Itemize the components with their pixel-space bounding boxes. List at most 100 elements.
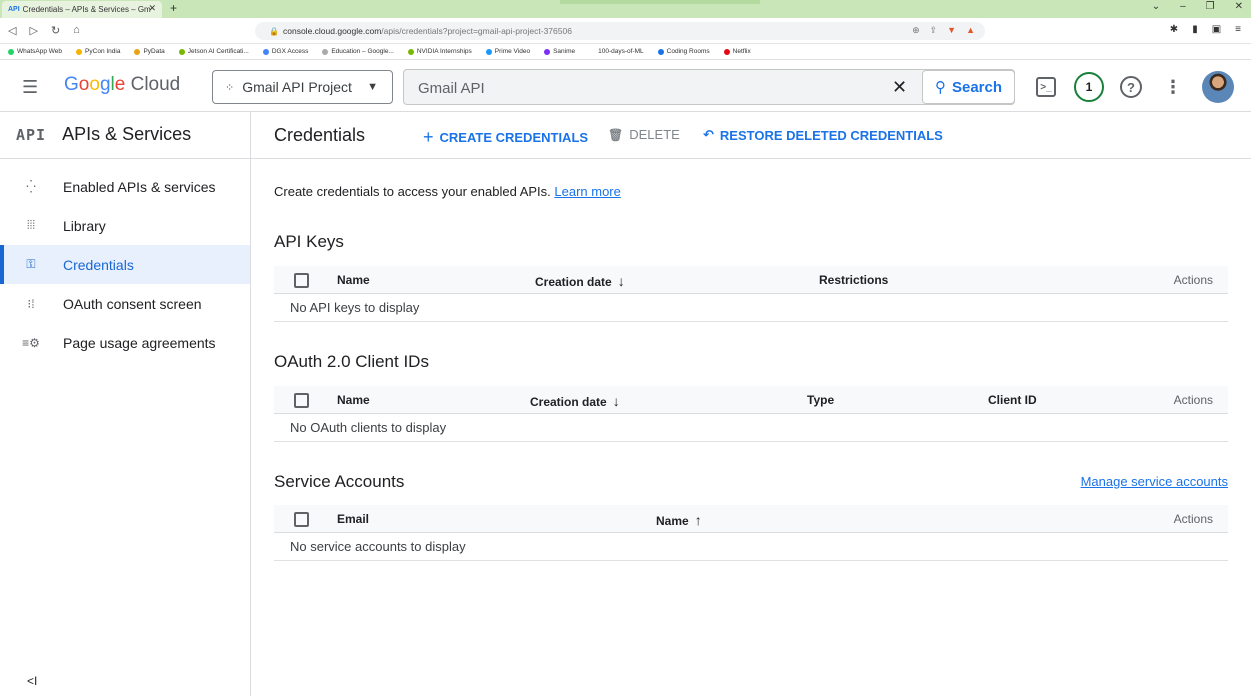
google-cloud-logo[interactable]: Google Cloud [64, 74, 180, 96]
table-header: Name Creation date ↓ Type Client ID Actio… [274, 386, 1228, 414]
trash-icon: 🗑 [608, 127, 624, 142]
col-email[interactable]: Email [337, 512, 369, 526]
sidebar-item-enabled-apis[interactable]: ⁛ Enabled APIs & services [0, 167, 250, 206]
tab-list-icon[interactable]: ⌄ [1152, 1, 1160, 12]
bookmark-item[interactable]: Jetson AI Certificati... [178, 48, 249, 55]
main-content: Credentials + CREATE CREDENTIALS 🗑 DELET… [251, 112, 1251, 696]
notifications-badge[interactable]: 1 [1074, 72, 1104, 102]
address-bar[interactable]: 🔒 console.cloud.google.com/apis/credenti… [255, 22, 985, 40]
window-controls: ⌄ – ❐ ✕ [1152, 1, 1243, 12]
undo-icon: ↶ [703, 127, 714, 142]
sidebar-item-credentials[interactable]: ⚿ Credentials [0, 245, 250, 284]
clear-search-icon[interactable]: ✕ [892, 77, 907, 98]
learn-more-link[interactable]: Learn more [554, 184, 620, 199]
sidebar: API APIs & Services ⁛ Enabled APIs & ser… [0, 112, 251, 696]
forward-icon[interactable]: ▷ [29, 24, 37, 37]
col-creation-date-label: Creation date [535, 275, 612, 289]
new-tab-icon[interactable]: + [170, 1, 177, 15]
search-button[interactable]: ⚲ Search [922, 70, 1015, 104]
col-name[interactable]: Name [337, 273, 370, 287]
home-icon[interactable]: ⌂ [73, 24, 80, 37]
bookmark-item[interactable]: PyCon India [76, 48, 120, 55]
project-name: Gmail API Project [242, 79, 352, 95]
bookmark-label: Coding Rooms [666, 48, 710, 55]
avatar[interactable] [1202, 71, 1234, 103]
bookmark-favicon-icon [407, 48, 414, 55]
arrow-down-icon: ↓ [617, 273, 625, 289]
bookmark-favicon-icon [76, 48, 83, 55]
search-bar: ✕ ⚲ Search [403, 69, 1015, 105]
reload-icon[interactable]: ↻ [51, 24, 60, 37]
tab-close-icon[interactable]: ✕ [148, 3, 156, 14]
col-name[interactable]: Name [337, 393, 370, 407]
project-icon: ⁘ [225, 81, 235, 94]
col-name[interactable]: Name ↑ [656, 512, 702, 528]
bookmark-item[interactable]: Education – Google... [322, 48, 394, 55]
service-accounts-title: Service Accounts [274, 472, 405, 491]
hamburger-menu-icon[interactable]: ☰ [22, 77, 38, 98]
bookmark-item[interactable]: 100-days-of-ML [589, 48, 644, 55]
minimize-icon[interactable]: – [1180, 1, 1186, 12]
plus-icon: + [423, 127, 434, 147]
sidebar-divider [0, 158, 250, 159]
bookmark-item[interactable]: PyData [134, 48, 165, 55]
bookmark-item[interactable]: Netflix [723, 48, 751, 55]
col-creation-date[interactable]: Creation date ↓ [530, 393, 620, 409]
sidebar-toggle-icon[interactable]: ▮ [1192, 24, 1198, 35]
delete-label: DELETE [629, 127, 680, 142]
bookmark-item[interactable]: WhatsApp Web [8, 48, 62, 55]
delete-button[interactable]: 🗑 DELETE [608, 127, 680, 142]
restore-deleted-credentials-button[interactable]: ↶ RESTORE DELETED CREDENTIALS [703, 127, 943, 143]
menu-icon[interactable]: ≡ [1235, 24, 1241, 35]
arrow-down-icon: ↓ [612, 393, 620, 409]
wallet-icon[interactable]: ▣ [1212, 24, 1221, 35]
col-creation-date[interactable]: Creation date ↓ [535, 273, 625, 289]
select-all-checkbox[interactable] [294, 273, 309, 288]
help-icon[interactable]: ? [1120, 76, 1142, 98]
zoom-icon[interactable]: ⊕ [912, 25, 920, 36]
project-picker[interactable]: ⁘ Gmail API Project ▼ [212, 70, 393, 104]
bookmark-label: NVIDIA Internships [416, 48, 472, 55]
console-header: ☰ Google Cloud ⁘ Gmail API Project ▼ ✕ ⚲… [0, 60, 1251, 112]
bookmark-item[interactable]: Sanime [544, 48, 575, 55]
select-all-checkbox[interactable] [294, 512, 309, 527]
bookmark-item[interactable]: Prime Video [485, 48, 530, 55]
search-input[interactable] [418, 77, 868, 99]
collapse-sidebar-icon[interactable]: <I [27, 674, 37, 688]
bookmark-favicon-icon [657, 48, 664, 55]
col-restrictions[interactable]: Restrictions [819, 273, 888, 287]
sidebar-item-label: Credentials [63, 256, 134, 273]
cloud-shell-icon[interactable]: >_ [1036, 77, 1056, 97]
sidebar-item-library[interactable]: ⦙⦙⦙ Library [0, 206, 250, 245]
manage-service-accounts-link[interactable]: Manage service accounts [1081, 474, 1228, 489]
bookmark-item[interactable]: NVIDIA Internships [407, 48, 472, 55]
browser-tab[interactable]: API Credentials – APIs & Services – Gm ✕ [2, 1, 162, 18]
search-button-label: Search [951, 78, 1003, 96]
share-icon[interactable]: ⇪ [930, 25, 938, 36]
select-all-checkbox[interactable] [294, 393, 309, 408]
brave-shield-icon[interactable]: ▼ [947, 25, 956, 36]
api-logo-icon: API [16, 125, 47, 144]
sidebar-item-page-usage[interactable]: ≡⚙ Page usage agreements [0, 323, 250, 362]
bookmark-favicon-icon [8, 48, 14, 55]
bookmark-item[interactable]: DGX Access [262, 48, 308, 55]
more-options-icon[interactable]: ⋮ [1164, 77, 1182, 98]
back-icon[interactable]: ◁ [8, 24, 16, 37]
brave-rewards-icon[interactable]: ▲ [966, 25, 975, 36]
create-credentials-button[interactable]: + CREATE CREDENTIALS [423, 127, 588, 148]
restore-icon[interactable]: ❐ [1206, 1, 1215, 12]
create-credentials-label: CREATE CREDENTIALS [439, 130, 589, 145]
extensions-icon[interactable]: ✱ [1170, 24, 1178, 35]
oauth-table: Name Creation date ↓ Type Client ID Actio… [274, 386, 1228, 442]
col-client-id[interactable]: Client ID [988, 393, 1037, 407]
col-type[interactable]: Type [807, 393, 834, 407]
restore-label: RESTORE DELETED CREDENTIALS [719, 127, 943, 143]
close-window-icon[interactable]: ✕ [1235, 1, 1243, 12]
bookmark-favicon-icon [485, 48, 492, 55]
col-name-label: Name [656, 514, 689, 528]
intro-text: Create credentials to access your enable… [274, 184, 621, 199]
table-header: Email Name ↑ Actions [274, 505, 1228, 533]
sidebar-item-oauth-consent[interactable]: ⁝⁞ OAuth consent screen [0, 284, 250, 323]
bookmark-item[interactable]: Coding Rooms [657, 48, 710, 55]
caret-down-icon: ▼ [367, 81, 378, 93]
